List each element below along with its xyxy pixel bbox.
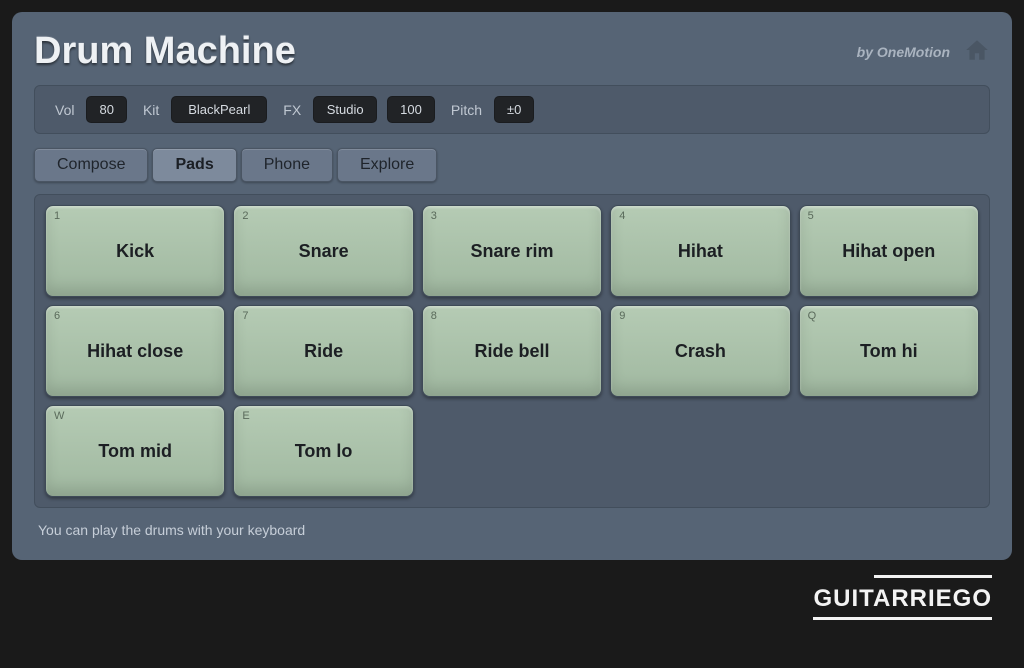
- kit-label: Kit: [143, 102, 159, 118]
- watermark-line-bottom: [813, 617, 992, 620]
- hint-text: You can play the drums with your keyboar…: [38, 522, 990, 538]
- header-right: by OneMotion: [857, 37, 990, 66]
- fx-value[interactable]: Studio: [313, 96, 377, 123]
- pad-crash[interactable]: 9 Crash: [610, 305, 790, 397]
- pad-key: 8: [431, 310, 437, 322]
- pad-key: E: [242, 410, 249, 422]
- pad-label: Ride: [304, 341, 343, 362]
- pad-key: Q: [808, 310, 817, 322]
- tab-pads[interactable]: Pads: [152, 148, 236, 182]
- pads-grid: 1 Kick 2 Snare 3 Snare rim 4 Hihat 5 Hih…: [34, 194, 990, 508]
- pad-snare[interactable]: 2 Snare: [233, 205, 413, 297]
- pad-ride-bell[interactable]: 8 Ride bell: [422, 305, 602, 397]
- pad-label: Hihat close: [87, 341, 183, 362]
- vol-value[interactable]: 80: [86, 96, 126, 123]
- watermark: GUITARRIEGO: [813, 585, 992, 620]
- pad-label: Hihat: [678, 241, 723, 262]
- pad-key: 7: [242, 310, 248, 322]
- pad-label: Kick: [116, 241, 154, 262]
- tab-compose[interactable]: Compose: [34, 148, 148, 182]
- pitch-label: Pitch: [451, 102, 482, 118]
- pad-label: Ride bell: [474, 341, 549, 362]
- pad-label: Snare: [299, 241, 349, 262]
- pad-label: Hihat open: [842, 241, 935, 262]
- pad-key: 5: [808, 210, 814, 222]
- pad-tom-mid[interactable]: W Tom mid: [45, 405, 225, 497]
- pad-kick[interactable]: 1 Kick: [45, 205, 225, 297]
- pad-key: W: [54, 410, 64, 422]
- toolbar: Vol 80 Kit BlackPearl FX Studio 100 Pitc…: [34, 85, 990, 134]
- pad-tom-lo[interactable]: E Tom lo: [233, 405, 413, 497]
- pitch-value[interactable]: ±0: [494, 96, 534, 123]
- header: Drum Machine by OneMotion: [34, 30, 990, 73]
- kit-value[interactable]: BlackPearl: [171, 96, 267, 123]
- pad-label: Crash: [675, 341, 726, 362]
- pad-key: 9: [619, 310, 625, 322]
- fx-label: FX: [283, 102, 301, 118]
- watermark-text: GUITARRIEGO: [813, 585, 992, 612]
- fx-amount[interactable]: 100: [387, 96, 435, 123]
- pad-tom-hi[interactable]: Q Tom hi: [799, 305, 979, 397]
- pad-label: Tom hi: [860, 341, 918, 362]
- pad-hihat-close[interactable]: 6 Hihat close: [45, 305, 225, 397]
- pad-snare-rim[interactable]: 3 Snare rim: [422, 205, 602, 297]
- vol-label: Vol: [55, 102, 74, 118]
- pad-key: 1: [54, 210, 60, 222]
- watermark-line-top: [874, 575, 992, 578]
- app-panel: Drum Machine by OneMotion Vol 80 Kit Bla…: [12, 12, 1012, 560]
- pad-hihat[interactable]: 4 Hihat: [610, 205, 790, 297]
- pad-key: 4: [619, 210, 625, 222]
- tabs: Compose Pads Phone Explore: [34, 148, 990, 182]
- pad-key: 6: [54, 310, 60, 322]
- home-icon[interactable]: [964, 37, 990, 66]
- pad-hihat-open[interactable]: 5 Hihat open: [799, 205, 979, 297]
- pad-key: 3: [431, 210, 437, 222]
- pad-label: Snare rim: [470, 241, 553, 262]
- byline: by OneMotion: [857, 44, 950, 60]
- tab-explore[interactable]: Explore: [337, 148, 437, 182]
- tab-phone[interactable]: Phone: [241, 148, 333, 182]
- pad-ride[interactable]: 7 Ride: [233, 305, 413, 397]
- pad-key: 2: [242, 210, 248, 222]
- pad-label: Tom lo: [295, 441, 353, 462]
- pad-label: Tom mid: [98, 441, 172, 462]
- app-title: Drum Machine: [34, 30, 296, 73]
